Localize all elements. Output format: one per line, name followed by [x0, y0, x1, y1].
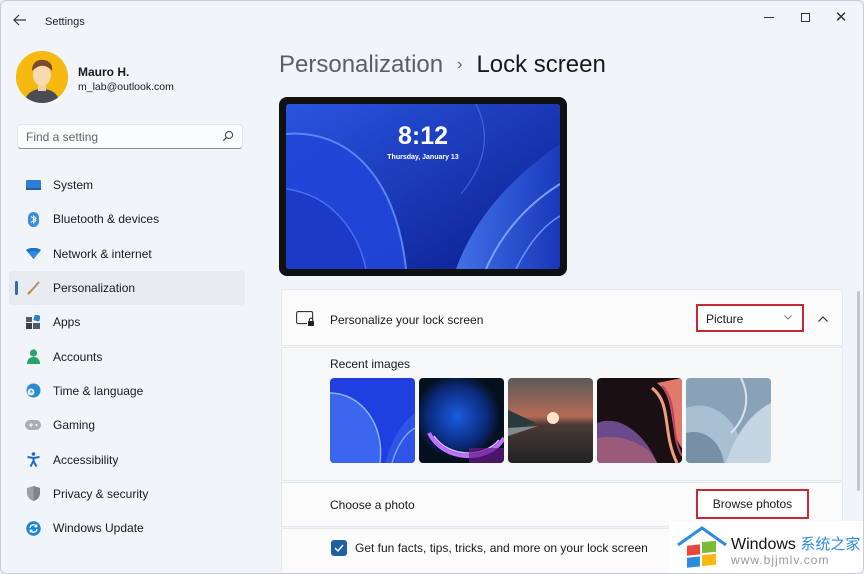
fun-facts-label: Get fun facts, tips, tricks, and more on… [355, 541, 648, 555]
page-title: Lock screen [476, 51, 606, 78]
recent-images-list [330, 378, 771, 463]
lock-screen-icon [296, 311, 315, 326]
chevron-up-icon [818, 316, 828, 322]
close-button[interactable]: ✕ [823, 7, 859, 27]
minimize-icon [764, 16, 774, 18]
search-icon[interactable] [222, 130, 234, 142]
wifi-icon [25, 246, 41, 262]
collapse-button[interactable] [812, 308, 834, 330]
personalize-label: Personalize your lock screen [330, 313, 484, 327]
user-name: Mauro H. [78, 65, 130, 79]
dropdown-value: Picture [706, 312, 744, 326]
breadcrumb: Personalization › Lock screen [279, 51, 606, 79]
sidebar-item-accounts[interactable]: Accounts [9, 339, 245, 373]
recent-image-4[interactable] [597, 378, 682, 463]
sidebar-item-gaming[interactable]: Gaming [9, 408, 245, 442]
watermark-title-en: Windows [731, 536, 796, 553]
recent-images-label: Recent images [330, 357, 411, 371]
sidebar-item-network[interactable]: Network & internet [9, 237, 245, 271]
maximize-button[interactable] [787, 7, 823, 27]
sidebar-item-time-language[interactable]: Time & language [9, 374, 245, 408]
scrollbar[interactable] [857, 291, 860, 491]
recent-image-3[interactable] [508, 378, 593, 463]
sidebar-item-label: Accounts [53, 349, 103, 364]
chevron-down-icon [784, 312, 792, 322]
checkmark-icon [334, 544, 344, 552]
sidebar-item-label: Bluetooth & devices [53, 212, 160, 227]
preview-wallpaper: 8:12 Thursday, January 13 [286, 104, 560, 269]
sidebar-item-label: Accessibility [53, 452, 119, 467]
sidebar-item-windows-update[interactable]: Windows Update [9, 511, 245, 545]
gamepad-icon [25, 417, 41, 433]
lock-screen-preview: 8:12 Thursday, January 13 [279, 97, 567, 276]
fun-facts-checkbox[interactable] [331, 540, 347, 556]
shield-icon [25, 486, 41, 502]
person-icon [25, 349, 41, 365]
arrow-left-icon [13, 14, 26, 26]
paintbrush-icon [25, 280, 41, 296]
watermark-logo: Windows 系统之家 www.bjjmlv.com [669, 521, 863, 573]
avatar[interactable] [16, 51, 68, 103]
sidebar-item-label: Apps [53, 315, 81, 330]
apps-icon [25, 314, 41, 330]
sidebar-item-label: Personalization [53, 281, 136, 296]
settings-window: Settings ✕ Mauro H. m_lab@outlook.com Sy… [0, 0, 864, 574]
search-box [17, 124, 243, 149]
sidebar-item-label: System [53, 178, 94, 193]
update-icon [25, 520, 41, 536]
monitor-icon [25, 177, 41, 193]
app-title: Settings [45, 16, 85, 28]
close-icon: ✕ [834, 8, 848, 26]
sidebar-item-privacy[interactable]: Privacy & security [9, 477, 245, 511]
sidebar-item-personalization[interactable]: Personalization [9, 270, 245, 306]
recent-images-section: Recent images [281, 347, 843, 481]
sidebar-item-label: Time & language [53, 383, 144, 398]
sidebar-item-apps[interactable]: Apps [9, 305, 245, 339]
sidebar-item-label: Privacy & security [53, 486, 149, 501]
lock-screen-type-dropdown[interactable]: Picture [696, 304, 804, 332]
globe-clock-icon [25, 383, 41, 399]
windows-house-logo-icon [677, 526, 727, 568]
sidebar-item-label: Windows Update [53, 521, 144, 536]
breadcrumb-parent[interactable]: Personalization [279, 51, 443, 79]
bluetooth-icon [25, 211, 41, 227]
sidebar-item-label: Gaming [53, 418, 96, 433]
user-email: m_lab@outlook.com [78, 81, 174, 93]
sidebar-item-system[interactable]: System [9, 168, 245, 202]
recent-image-1[interactable] [330, 378, 415, 463]
choose-photo-label: Choose a photo [330, 498, 415, 512]
personalize-lock-screen-card[interactable]: Personalize your lock screen Picture [281, 289, 843, 346]
recent-image-2[interactable] [419, 378, 504, 463]
preview-date: Thursday, January 13 [387, 154, 459, 161]
watermark-url: www.bjjmlv.com [731, 553, 830, 567]
browse-photos-button[interactable]: Browse photos [696, 489, 809, 519]
sidebar-item-accessibility[interactable]: Accessibility [9, 442, 245, 476]
sidebar-item-bluetooth[interactable]: Bluetooth & devices [9, 202, 245, 236]
maximize-icon [800, 12, 810, 22]
watermark-title: Windows 系统之家 [731, 533, 860, 554]
sidebar-item-label: Network & internet [53, 246, 152, 261]
minimize-button[interactable] [751, 7, 787, 27]
search-input[interactable] [18, 125, 208, 148]
sidebar-nav: System Bluetooth & devices Network & int… [1, 168, 251, 545]
chevron-right-icon: › [457, 56, 463, 73]
user-avatar-icon [16, 51, 68, 103]
preview-time: 8:12 [397, 122, 449, 150]
recent-image-5[interactable] [686, 378, 771, 463]
back-button[interactable] [13, 13, 33, 29]
accessibility-icon [25, 452, 41, 468]
title-bar: Settings ✕ [1, 1, 863, 41]
watermark-title-cn: 系统之家 [800, 536, 861, 553]
